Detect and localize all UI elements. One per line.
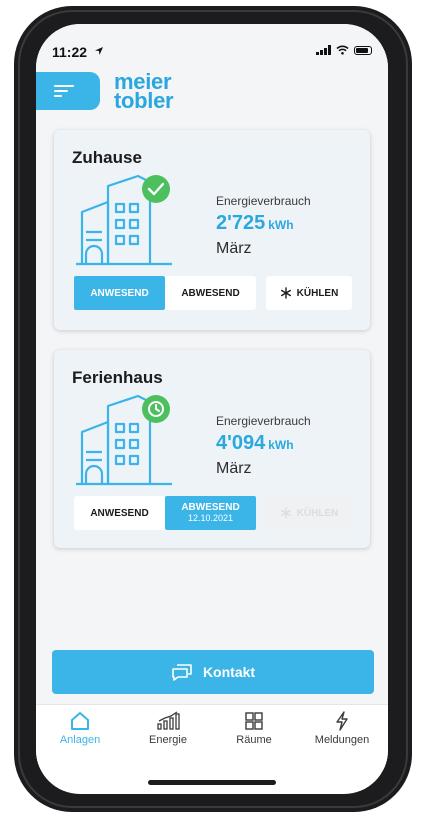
energy-value-row: 4'094 kWh — [216, 432, 294, 455]
cool-label: KÜHLEN — [296, 287, 339, 299]
menu-line — [54, 95, 62, 97]
property-card-ferienhaus[interactable]: Ferienhaus Energieverbrauch 4'094 kWh Mä… — [54, 350, 370, 548]
status-icons — [316, 44, 372, 56]
energy-value: 4'094 — [216, 432, 266, 454]
absent-date: 12.10.2021 — [187, 513, 234, 523]
present-label: ANWESEND — [90, 287, 149, 299]
present-button[interactable]: ANWESEND — [74, 496, 165, 530]
card-title: Ferienhaus — [72, 368, 163, 387]
signal-icon — [316, 45, 331, 55]
present-label: ANWESEND — [90, 507, 149, 519]
app-header: meier tobler — [36, 68, 388, 118]
energy-chart-icon — [157, 711, 180, 730]
wifi-icon — [336, 45, 349, 55]
tab-anlagen[interactable]: Anlagen — [40, 711, 120, 746]
rooms-grid-icon — [245, 712, 263, 730]
home-indicator — [148, 780, 276, 785]
contact-button[interactable]: Kontakt — [52, 650, 374, 694]
location-arrow-icon — [95, 47, 103, 55]
content-area: Zuhause Energieverbrauch 2'725kWh März — [36, 118, 388, 704]
tab-energie[interactable]: Energie — [128, 711, 208, 746]
contact-label: Kontakt — [202, 664, 256, 680]
snowflake-icon — [280, 287, 291, 299]
menu-line — [54, 90, 68, 92]
menu-line — [54, 85, 74, 87]
lightning-icon — [336, 711, 348, 731]
tab-label: Energie — [149, 734, 187, 746]
home-icon — [71, 712, 89, 730]
energy-label: Energieverbrauch — [216, 414, 311, 428]
app-screen: 11:22 meier tobler Zuhause Energieverbra… — [36, 24, 388, 794]
battery-icon — [354, 45, 372, 55]
brand-logo: meier tobler — [114, 71, 174, 113]
snowflake-icon — [280, 507, 291, 519]
energy-unit: kWh — [268, 438, 294, 452]
building-icon — [76, 394, 172, 486]
presence-toggle: ANWESEND ABWESEND — [74, 276, 256, 310]
tab-meldungen[interactable]: Meldungen — [302, 711, 382, 746]
absent-button[interactable]: ABWESEND 12.10.2021 — [165, 496, 256, 530]
chat-icon — [172, 664, 192, 681]
logo-line-2: tobler — [114, 88, 174, 113]
energy-value-row: 2'725 kWh — [216, 212, 294, 235]
present-button[interactable]: ANWESEND — [74, 276, 165, 310]
absent-label: ABWESEND — [181, 502, 240, 513]
card-title: Zuhause — [72, 148, 142, 167]
tab-bar: Anlagen Energie Räume Meldungen — [36, 704, 388, 769]
absent-button[interactable]: ABWESEND — [165, 276, 256, 310]
cool-label: KÜHLEN — [296, 507, 339, 519]
property-card-zuhause[interactable]: Zuhause Energieverbrauch 2'725kWh März — [54, 130, 370, 330]
energy-month: März — [216, 460, 252, 477]
energy-unit: kWh — [268, 218, 294, 232]
energy-label: Energieverbrauch — [216, 194, 311, 208]
status-time: 11:22 — [52, 44, 88, 60]
energy-value: 2'725 — [216, 212, 266, 234]
status-bar: 11:22 — [36, 24, 388, 68]
cool-button[interactable]: KÜHLEN — [266, 276, 352, 310]
cool-button[interactable]: KÜHLEN — [266, 496, 352, 530]
tab-label: Anlagen — [59, 734, 101, 746]
absent-label: ABWESEND — [181, 287, 240, 299]
menu-button[interactable] — [36, 72, 100, 110]
energy-month: März — [216, 240, 252, 257]
presence-toggle: ANWESEND ABWESEND 12.10.2021 — [74, 496, 256, 530]
tab-raeume[interactable]: Räume — [214, 711, 294, 746]
check-icon — [142, 175, 170, 203]
tab-label: Räume — [236, 734, 272, 746]
tab-label: Meldungen — [314, 734, 370, 746]
building-icon — [76, 174, 172, 266]
